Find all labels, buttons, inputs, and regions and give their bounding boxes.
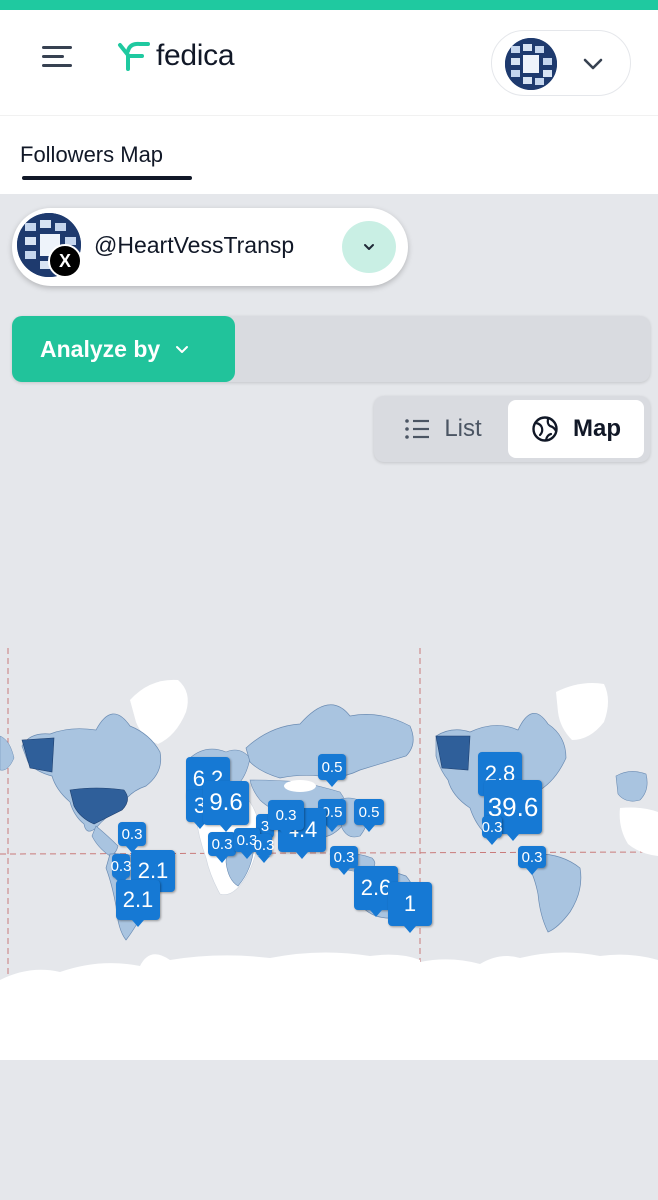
map-marker[interactable]: 9.6 xyxy=(203,781,249,832)
map-marker[interactable]: 0.3 xyxy=(111,854,131,885)
top-accent-strip xyxy=(0,0,658,10)
hamburger-menu-icon[interactable] xyxy=(42,44,74,68)
analyze-bar: Analyze by xyxy=(12,316,650,382)
list-icon xyxy=(405,419,430,439)
analyze-by-button[interactable]: Analyze by xyxy=(12,316,235,382)
active-tab-indicator xyxy=(22,176,192,180)
x-logo-icon: X xyxy=(48,244,82,278)
account-handle: @HeartVessTransp xyxy=(94,232,295,258)
map-marker[interactable]: 0.3 xyxy=(118,822,146,853)
account-selector[interactable]: X @HeartVessTransp xyxy=(12,208,408,286)
map-marker[interactable]: 0.3 xyxy=(254,834,274,863)
map-marker[interactable]: 0.5 xyxy=(318,754,346,787)
map-marker[interactable]: 0.5 xyxy=(354,799,384,832)
avatar xyxy=(505,38,557,90)
chevron-down-icon xyxy=(176,346,189,353)
fedica-logo-icon xyxy=(118,41,150,71)
list-view-label: List xyxy=(444,415,482,442)
map-marker[interactable]: 0.3 xyxy=(518,846,546,875)
view-toggle: List Map xyxy=(374,396,650,462)
account-menu-button[interactable] xyxy=(491,30,631,96)
map-marker[interactable]: 0.3 xyxy=(330,846,358,875)
world-map[interactable] xyxy=(0,640,658,1060)
chevron-down-icon xyxy=(583,58,603,70)
analyze-by-label: Analyze by xyxy=(40,335,161,362)
app-header: fedica xyxy=(0,10,658,116)
list-view-button[interactable]: List xyxy=(380,400,506,458)
chevron-down-icon xyxy=(364,244,374,250)
map-view-button[interactable]: Map xyxy=(508,400,644,458)
tab-followers-map[interactable]: Followers Map xyxy=(20,142,163,168)
tab-bar: Followers Map xyxy=(0,116,658,194)
globe-icon xyxy=(532,416,558,442)
map-marker[interactable]: 0.3 xyxy=(208,832,236,863)
map-marker[interactable]: 0.3 xyxy=(482,816,502,845)
map-marker[interactable]: 0.3 xyxy=(268,800,304,837)
account-dropdown-button[interactable] xyxy=(342,221,396,273)
app-logo[interactable]: fedica xyxy=(116,38,235,74)
map-view-label: Map xyxy=(573,415,621,442)
map-marker[interactable]: 2.1 xyxy=(116,880,160,927)
app-name: fedica xyxy=(156,39,235,72)
map-marker[interactable]: 1 xyxy=(388,882,432,933)
